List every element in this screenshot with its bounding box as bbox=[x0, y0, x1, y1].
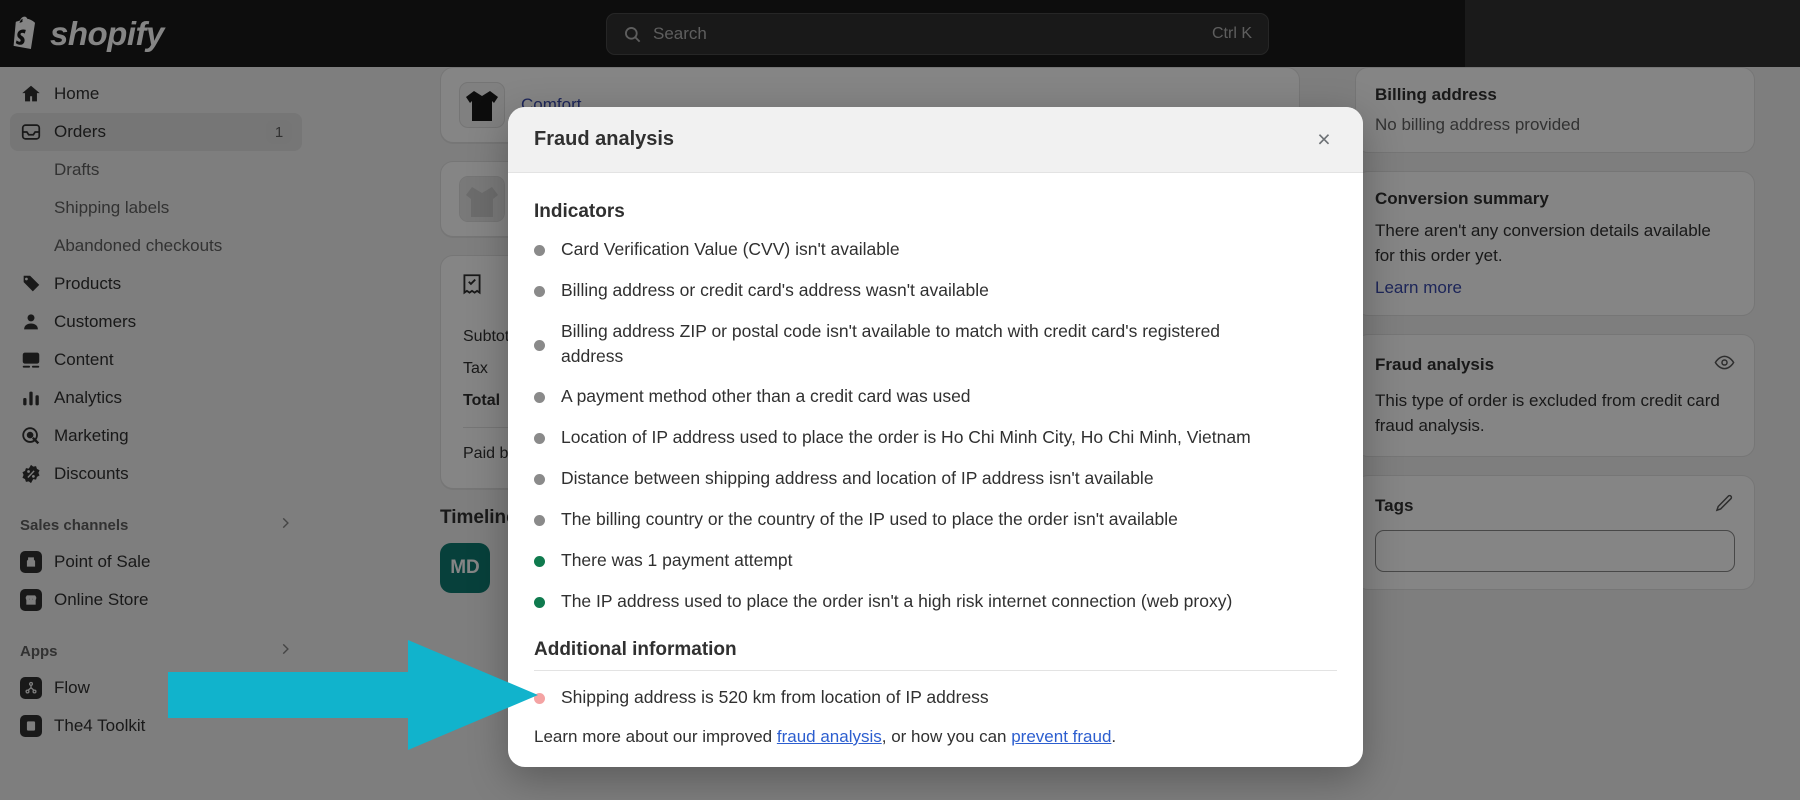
indicator-text: Card Verification Value (CVV) isn't avai… bbox=[561, 239, 900, 259]
footer-middle: , or how you can bbox=[881, 727, 1012, 746]
modal-footer: Learn more about our improved fraud anal… bbox=[508, 711, 1363, 767]
indicator-item: Distance between shipping address and lo… bbox=[534, 466, 1337, 491]
modal-header: Fraud analysis × bbox=[508, 107, 1363, 173]
top-bar-right-filler bbox=[1465, 0, 1800, 67]
indicator-text: The billing country or the country of th… bbox=[561, 508, 1178, 529]
indicator-item: Location of IP address used to place the… bbox=[534, 425, 1337, 450]
indicator-text: The IP address used to place the order i… bbox=[561, 590, 1233, 611]
additional-information-heading: Additional information bbox=[534, 639, 1337, 672]
footer-suffix: . bbox=[1111, 727, 1117, 746]
indicator-item: Billing address or credit card's address… bbox=[534, 278, 1337, 303]
status-dot-neutral-icon bbox=[534, 433, 545, 445]
indicators-heading: Indicators bbox=[534, 201, 625, 222]
annotation-arrow-icon bbox=[168, 640, 538, 750]
indicator-item: Card Verification Value (CVV) isn't avai… bbox=[534, 237, 1337, 262]
status-dot-neutral-icon bbox=[534, 339, 545, 351]
app-root: Comfort Subtotal Tax Total Paid Timeline… bbox=[0, 0, 1800, 800]
indicator-text: Location of IP address used to place the… bbox=[561, 427, 1251, 448]
status-dot-neutral-icon bbox=[534, 474, 545, 486]
indicator-text: Distance between shipping address and lo… bbox=[561, 468, 1154, 489]
fraud-analysis-modal: Fraud analysis × Indicators Card Verific… bbox=[508, 107, 1363, 767]
modal-body: Indicators Card Verification Value (CVV)… bbox=[508, 173, 1363, 711]
status-dot-neutral-icon bbox=[534, 514, 545, 526]
additional-information-item: Shipping address is 520 km from location… bbox=[534, 671, 1337, 711]
status-dot-neutral-icon bbox=[534, 245, 545, 256]
prevent-fraud-link[interactable]: prevent fraud bbox=[1011, 727, 1111, 746]
indicator-item: Billing address ZIP or postal code isn't… bbox=[534, 319, 1337, 369]
modal-title: Fraud analysis bbox=[534, 128, 675, 150]
footer-prefix: Learn more about our improved bbox=[534, 727, 777, 746]
status-dot-neutral-icon bbox=[534, 392, 545, 404]
indicator-text: Billing address or credit card's address… bbox=[561, 279, 989, 300]
fraud-analysis-link[interactable]: fraud analysis bbox=[777, 727, 882, 746]
indicator-item: The billing country or the country of th… bbox=[534, 507, 1337, 532]
indicator-text: There was 1 payment attempt bbox=[561, 549, 793, 570]
indicator-text: Billing address ZIP or postal code isn't… bbox=[561, 320, 1221, 366]
close-icon[interactable]: × bbox=[1307, 123, 1341, 157]
indicator-item: The IP address used to place the order i… bbox=[534, 589, 1337, 614]
indicator-item: A payment method other than a credit car… bbox=[534, 384, 1337, 409]
indicators-list: Card Verification Value (CVV) isn't avai… bbox=[534, 237, 1337, 613]
additional-information-text: Shipping address is 520 km from location… bbox=[561, 687, 989, 708]
status-dot-neutral-icon bbox=[534, 285, 545, 297]
status-dot-good-icon bbox=[534, 555, 545, 567]
indicator-item: There was 1 payment attempt bbox=[534, 548, 1337, 573]
indicator-text: A payment method other than a credit car… bbox=[561, 386, 971, 407]
status-dot-good-icon bbox=[534, 596, 545, 608]
